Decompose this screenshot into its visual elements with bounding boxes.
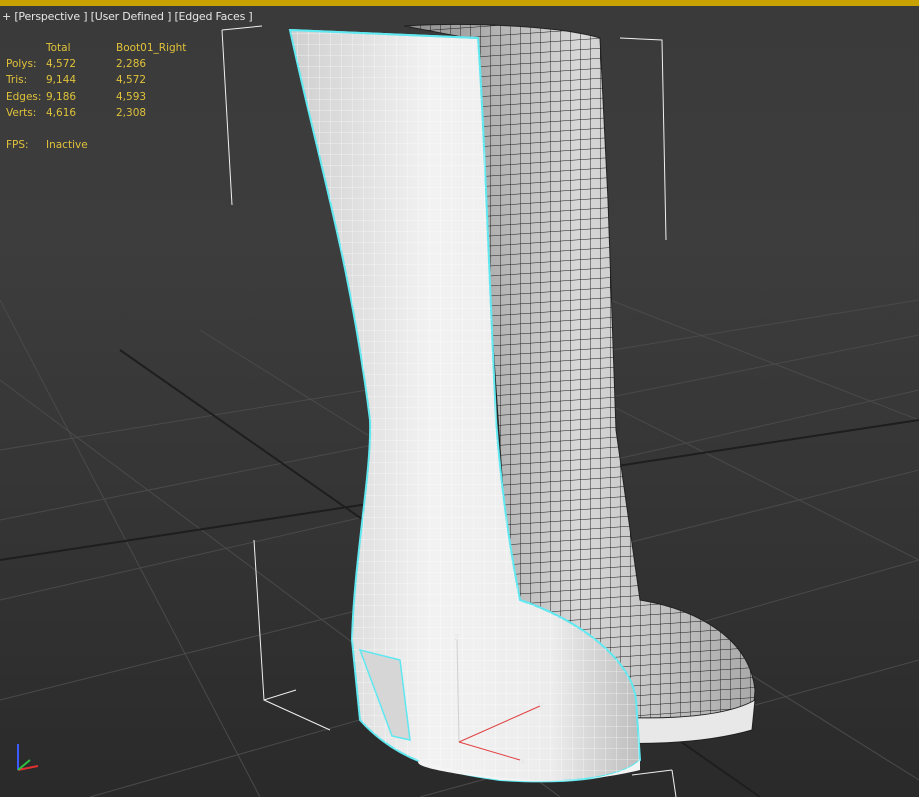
stats-total: 4,616 (46, 106, 77, 119)
stats-total: 9,144 (46, 74, 77, 87)
axis-tripod-icon (17, 744, 39, 771)
fps-label: FPS: (6, 139, 29, 151)
stats-header-object: Boot01_Right (116, 42, 187, 54)
fps-readout: FPS: Inactive (6, 139, 88, 151)
stats-label: Verts: (6, 106, 37, 119)
gizmo-z-label: z (454, 632, 459, 643)
gizmo-y-label: y (538, 700, 544, 711)
gizmo-x-label: x (520, 756, 526, 767)
viewport-label-menu[interactable]: + [Perspective ] [User Defined ] [Edged … (2, 10, 253, 23)
viewport-camera-menu[interactable]: [User Defined ] (91, 10, 172, 23)
stats-object: 4,572 (116, 74, 147, 87)
viewport-shading-menu[interactable]: [Edged Faces ] (174, 10, 252, 23)
stats-label: Polys: (6, 58, 37, 71)
fps-value: Inactive (46, 139, 88, 151)
stats-object: 4,593 (116, 90, 147, 103)
stats-header-total: Total (46, 42, 71, 54)
viewport-plus-menu[interactable]: + (2, 10, 11, 23)
stats-total: 4,572 (46, 58, 77, 71)
stats-object: 2,286 (116, 58, 147, 71)
viewport-perspective[interactable]: z y x + [Perspective ] [User Defined ] [… (0, 0, 919, 797)
viewport-view-menu[interactable]: [Perspective ] (14, 10, 87, 23)
scene-canvas[interactable]: z y x (0, 0, 919, 797)
stats-label: Tris: (6, 74, 28, 87)
stats-object: 2,308 (116, 106, 147, 119)
stats-total: 9,186 (46, 90, 77, 103)
stats-label: Edges: (6, 90, 42, 103)
